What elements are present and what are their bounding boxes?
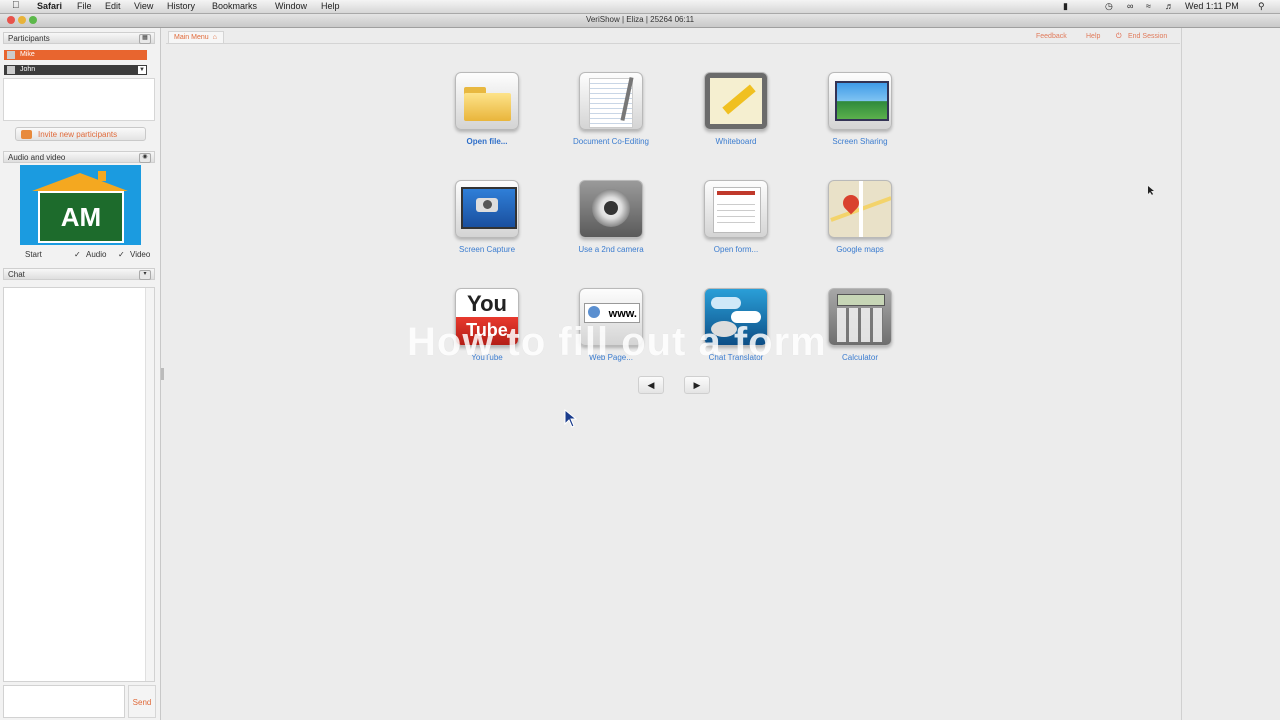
participants-options-icon[interactable]: ▦ bbox=[139, 34, 151, 44]
audio-checkbox[interactable]: ✓ bbox=[74, 250, 81, 259]
end-session-icon[interactable]: ⏻ bbox=[1116, 33, 1122, 41]
tile-screen-capture[interactable]: Screen Capture bbox=[432, 180, 542, 270]
menu-help[interactable]: Help bbox=[321, 1, 340, 11]
webcam-icon bbox=[579, 180, 643, 238]
calculator-icon bbox=[828, 288, 892, 346]
participants-header-label: Participants bbox=[8, 34, 50, 43]
pencil-board-icon bbox=[704, 72, 768, 130]
map-pin-icon bbox=[828, 180, 892, 238]
spotlight-search-icon[interactable]: ⚲ bbox=[1258, 1, 1265, 12]
tile-open-file[interactable]: Open file... bbox=[432, 72, 542, 162]
main-header-divider bbox=[166, 43, 1180, 44]
end-session-link[interactable]: End Session bbox=[1128, 33, 1167, 40]
chat-messages bbox=[3, 287, 155, 682]
participant-avatar-icon bbox=[7, 66, 15, 74]
panel-splitter[interactable] bbox=[161, 368, 164, 380]
video-preview: AM bbox=[20, 165, 141, 245]
chat-header: Chat ▾ bbox=[3, 268, 155, 280]
participant-name: John bbox=[20, 66, 36, 73]
tile-label: Whiteboard bbox=[715, 137, 757, 146]
logo-roof bbox=[32, 173, 128, 191]
participant-dropdown-icon[interactable]: ▼ bbox=[138, 66, 146, 74]
video-label: Video bbox=[130, 250, 151, 259]
tile-label: Document Co-Editing bbox=[572, 137, 650, 146]
add-people-icon bbox=[21, 130, 32, 139]
audio-video-options-icon[interactable]: ◉ bbox=[139, 153, 151, 163]
youtube-you-text: You bbox=[467, 291, 507, 316]
wifi-icon[interactable]: ≈ bbox=[1146, 1, 1151, 11]
menu-bar:  Safari File Edit View History Bookmark… bbox=[0, 0, 1280, 14]
chat-scrollbar[interactable] bbox=[145, 288, 154, 681]
menubar-clock[interactable]: Wed 1:11 PM bbox=[1185, 1, 1239, 11]
menu-view[interactable]: View bbox=[134, 1, 153, 11]
video-caption-overlay: How to fill out a form bbox=[407, 320, 827, 364]
audio-video-header: Audio and video ◉ bbox=[3, 151, 155, 163]
participants-header: Participants ▦ bbox=[3, 32, 155, 44]
tile-screen-sharing[interactable]: Screen Sharing bbox=[805, 72, 915, 162]
timemachine-icon[interactable]: ◷ bbox=[1105, 1, 1113, 12]
tile-google-maps[interactable]: Google maps bbox=[805, 180, 915, 270]
menu-window[interactable]: Window bbox=[275, 1, 307, 11]
tile-label: Open form... bbox=[713, 245, 759, 254]
battery-icon[interactable]: ▮ bbox=[1063, 1, 1068, 12]
menu-bookmarks[interactable]: Bookmarks bbox=[212, 1, 257, 11]
tile-label: Screen Sharing bbox=[832, 137, 888, 146]
mouse-cursor-icon bbox=[564, 409, 578, 428]
pointer-cursor-icon bbox=[1148, 186, 1154, 195]
tile-whiteboard[interactable]: Whiteboard bbox=[681, 72, 791, 162]
tile-open-form[interactable]: Open form... bbox=[681, 180, 791, 270]
window-title-bar: VeriShow | Eliza | 25264 06:11 bbox=[0, 14, 1280, 28]
participant-avatar-icon bbox=[7, 51, 15, 59]
volume-icon[interactable]: ♬ bbox=[1165, 1, 1174, 11]
bluetooth-icon[interactable]: ∞ bbox=[1127, 1, 1133, 11]
main-right-border bbox=[1181, 28, 1182, 720]
participant-name: Mike bbox=[20, 51, 35, 58]
next-page-button[interactable]: ▶ bbox=[684, 376, 710, 394]
home-icon: ⌂ bbox=[212, 34, 217, 41]
tile-label: Google maps bbox=[836, 245, 884, 254]
menu-safari[interactable]: Safari bbox=[37, 1, 62, 11]
prev-page-button[interactable]: ◀ bbox=[638, 376, 664, 394]
tile-label: Open file... bbox=[466, 137, 508, 146]
form-icon bbox=[704, 180, 768, 238]
send-button[interactable]: Send bbox=[128, 685, 156, 718]
invite-participants-button[interactable]: Invite new participants bbox=[15, 127, 146, 141]
participant-row[interactable]: John ▼ bbox=[4, 65, 147, 75]
folder-icon bbox=[455, 72, 519, 130]
tile-label: Screen Capture bbox=[458, 245, 516, 254]
camera-screen-icon bbox=[455, 180, 519, 238]
window-title: VeriShow | Eliza | 25264 06:11 bbox=[585, 15, 695, 24]
menu-edit[interactable]: Edit bbox=[105, 1, 121, 11]
tab-main-menu-label: Main Menu bbox=[174, 34, 209, 41]
menu-file[interactable]: File bbox=[77, 1, 92, 11]
menu-history[interactable]: History bbox=[167, 1, 195, 11]
feedback-link[interactable]: Feedback bbox=[1036, 33, 1067, 40]
left-panel: Participants ▦ Mike John ▼ Invite new pa… bbox=[0, 28, 161, 720]
invite-label: Invite new participants bbox=[38, 130, 118, 139]
apple-icon[interactable]:  bbox=[12, 0, 20, 11]
help-link[interactable]: Help bbox=[1086, 33, 1100, 40]
monitor-landscape-icon bbox=[828, 72, 892, 130]
audio-video-header-label: Audio and video bbox=[8, 153, 66, 162]
participant-row[interactable]: Mike bbox=[4, 50, 147, 60]
start-video-button[interactable]: Start bbox=[25, 250, 42, 259]
chat-header-label: Chat bbox=[8, 270, 25, 279]
notepad-icon bbox=[579, 72, 643, 130]
tile-label: Use a 2nd camera bbox=[578, 245, 644, 254]
chat-options-icon[interactable]: ▾ bbox=[139, 270, 151, 280]
tile-document-co-editing[interactable]: Document Co-Editing bbox=[556, 72, 666, 162]
chat-input[interactable] bbox=[3, 685, 125, 718]
participants-list bbox=[3, 78, 155, 121]
logo-house: AM bbox=[38, 191, 124, 243]
tile-use-2nd-camera[interactable]: Use a 2nd camera bbox=[556, 180, 666, 270]
audio-label: Audio bbox=[86, 250, 107, 259]
video-checkbox[interactable]: ✓ bbox=[118, 250, 125, 259]
